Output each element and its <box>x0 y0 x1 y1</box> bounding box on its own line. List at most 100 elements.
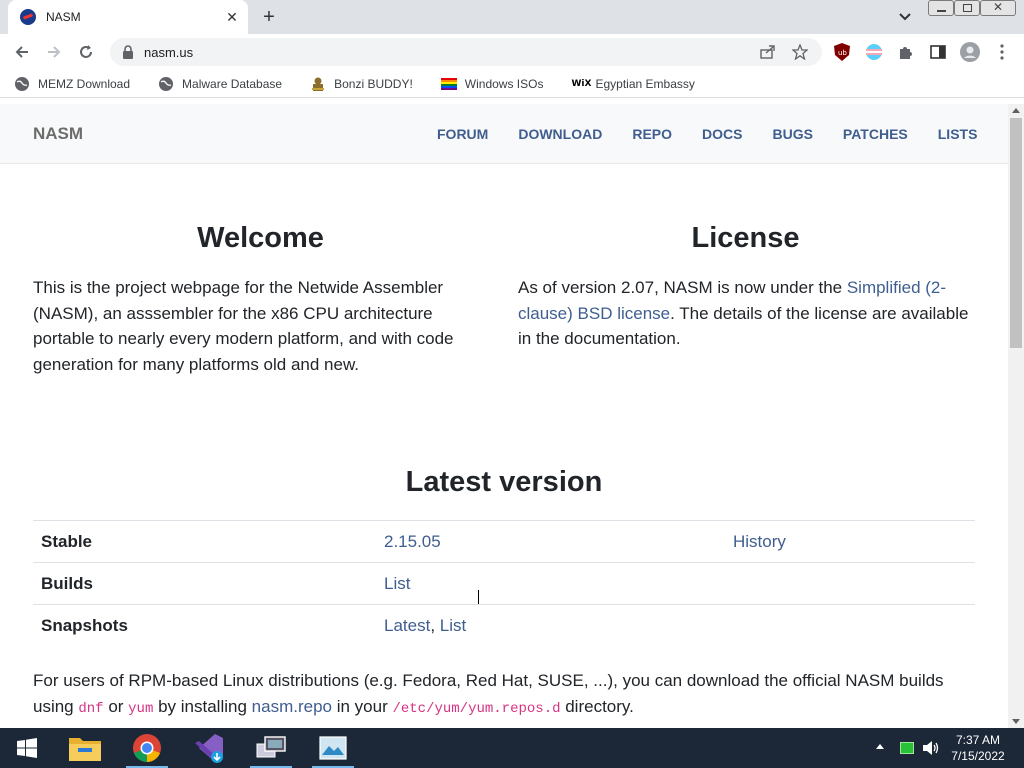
web-page: NASM FORUM DOWNLOAD REPO DOCS BUGS PATCH… <box>0 104 1008 728</box>
table-row: Builds List <box>33 562 975 605</box>
profile-avatar-icon[interactable] <box>960 42 980 62</box>
new-tab-button[interactable]: + <box>258 6 280 28</box>
license-text-part: As of version 2.07, NASM is now under th… <box>518 278 847 297</box>
bookmark-label: MEMZ Download <box>38 76 131 91</box>
bookmark-label: Bonzi BUDDY! <box>334 76 413 91</box>
scroll-down-arrow-icon[interactable] <box>1012 719 1020 724</box>
yum-code: yum <box>128 701 154 717</box>
nasm-repo-link[interactable]: nasm.repo <box>252 697 332 716</box>
bookmarks-bar: MEMZ Download Malware Database Bonzi BUD… <box>0 70 1024 98</box>
page-scrollbar[interactable] <box>1008 104 1024 728</box>
bookmark-memz[interactable]: MEMZ Download <box>8 72 136 96</box>
bookmark-label: Windows ISOs <box>464 76 544 91</box>
visual-studio-installer-taskbar-icon[interactable] <box>184 728 234 768</box>
snapshots-list-link[interactable]: List <box>440 616 466 635</box>
forward-button[interactable] <box>42 40 66 64</box>
wix-icon: WiX <box>571 78 592 89</box>
license-heading: License <box>691 222 800 254</box>
site-brand[interactable]: NASM <box>33 124 83 144</box>
file-explorer-taskbar-icon[interactable] <box>60 728 110 768</box>
nav-repo[interactable]: REPO <box>632 126 672 142</box>
chrome-taskbar-icon[interactable] <box>122 728 172 768</box>
row-label: Builds <box>33 562 376 605</box>
welcome-heading: Welcome <box>197 222 324 254</box>
tab-title: NASM <box>46 10 81 24</box>
table-row: Stable 2.15.05 History <box>33 520 975 563</box>
bonzi-icon <box>312 77 325 91</box>
bookmark-windows-isos[interactable]: Windows ISOs <box>435 72 550 96</box>
table-row: Snapshots Latest, List <box>33 604 975 647</box>
tab-strip: NASM ✕ + ✕ <box>0 0 1024 34</box>
system-clock[interactable]: 7:37 AM 7/15/2022 <box>946 732 1010 764</box>
rpm-text: in your <box>331 697 393 716</box>
bookmark-label: Egyptian Embassy <box>595 76 695 91</box>
close-window-button[interactable]: ✕ <box>980 0 1016 16</box>
nav-lists[interactable]: LISTS <box>938 126 978 142</box>
versions-table: Stable 2.15.05 History Builds List Snaps… <box>33 520 975 647</box>
windows-taskbar: 7:37 AM 7/15/2022 <box>0 728 1024 768</box>
bookmark-star-icon[interactable] <box>792 44 808 60</box>
scroll-up-arrow-icon[interactable] <box>1012 108 1020 113</box>
license-text: As of version 2.07, NASM is now under th… <box>518 275 973 352</box>
url-text: nasm.us <box>144 44 194 60</box>
scrollbar-thumb[interactable] <box>1010 118 1022 348</box>
tab-search-icon[interactable] <box>895 8 915 26</box>
back-button[interactable] <box>10 40 34 64</box>
menu-kebab-icon[interactable] <box>992 42 1012 62</box>
rpm-paragraph: For users of RPM-based Linux distributio… <box>33 668 975 722</box>
separator: , <box>430 615 440 635</box>
rpm-text: directory. <box>560 697 634 716</box>
nav-download[interactable]: DOWNLOAD <box>518 126 602 142</box>
clock-time: 7:37 AM <box>955 733 1001 747</box>
row-label: Snapshots <box>33 604 376 647</box>
text-cursor-icon <box>478 590 486 604</box>
dnf-code: dnf <box>78 701 104 717</box>
row-value: Latest, List <box>376 604 725 647</box>
row-extra <box>725 562 975 605</box>
reload-icon <box>80 45 92 58</box>
minimize-button[interactable] <box>928 0 954 16</box>
reload-button[interactable] <box>74 40 98 64</box>
license-section: License As of version 2.07, NASM is now … <box>518 222 973 352</box>
row-label: Stable <box>33 520 376 563</box>
trans-flag-extension-icon[interactable] <box>864 42 884 62</box>
bookmark-malware-database[interactable]: Malware Database <box>152 72 288 96</box>
globe-icon <box>159 76 174 91</box>
latest-version-section: Latest version <box>0 466 1008 499</box>
nav-docs[interactable]: DOCS <box>702 126 742 142</box>
image-viewer-taskbar-icon[interactable] <box>308 728 358 768</box>
lock-icon <box>123 45 133 59</box>
welcome-text: This is the project webpage for the Netw… <box>33 278 454 374</box>
ublock-icon[interactable]: ub <box>832 42 852 62</box>
row-value: List <box>376 562 725 605</box>
share-icon[interactable] <box>760 45 776 59</box>
browser-toolbar: nasm.us ub <box>0 34 1024 70</box>
bookmark-egyptian-embassy[interactable]: WiX Egyptian Embassy <box>565 72 700 96</box>
extensions-puzzle-icon[interactable] <box>896 42 916 62</box>
clock-date: 7/15/2022 <box>951 749 1005 763</box>
show-hidden-icons-chevron-icon[interactable] <box>876 744 884 749</box>
stable-version-link[interactable]: 2.15.05 <box>384 532 441 551</box>
start-button[interactable] <box>2 728 52 768</box>
tab-close-icon[interactable]: ✕ <box>222 7 242 27</box>
builds-list-link[interactable]: List <box>384 574 410 593</box>
side-panel-icon[interactable] <box>928 42 948 62</box>
address-bar[interactable]: nasm.us <box>110 38 822 66</box>
maximize-button[interactable] <box>954 0 980 16</box>
browser-tab[interactable]: NASM ✕ <box>8 0 248 34</box>
forward-arrow-icon <box>48 46 61 58</box>
rpm-text: or <box>103 697 129 716</box>
row-extra <box>725 604 975 647</box>
latest-version-heading: Latest version <box>405 466 603 498</box>
bookmark-bonzi-buddy[interactable]: Bonzi BUDDY! <box>304 72 419 96</box>
snapshots-latest-link[interactable]: Latest <box>384 616 430 635</box>
battery-status-icon[interactable] <box>900 742 914 754</box>
history-link[interactable]: History <box>733 532 786 551</box>
nav-bugs[interactable]: BUGS <box>772 126 812 142</box>
volume-icon[interactable] <box>922 740 940 756</box>
welcome-section: Welcome This is the project webpage for … <box>33 222 488 377</box>
remote-desktop-taskbar-icon[interactable] <box>246 728 296 768</box>
nav-patches[interactable]: PATCHES <box>843 126 908 142</box>
nav-forum[interactable]: FORUM <box>437 126 488 142</box>
site-nav-links: FORUM DOWNLOAD REPO DOCS BUGS PATCHES LI… <box>437 126 1007 142</box>
